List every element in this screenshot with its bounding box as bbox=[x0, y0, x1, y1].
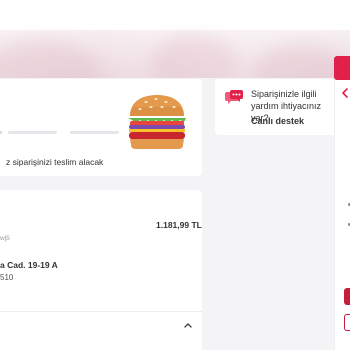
side-panel-tab[interactable] bbox=[334, 56, 350, 80]
hero-top-area bbox=[0, 0, 350, 30]
side-panel-secondary-button[interactable] bbox=[344, 314, 350, 331]
chevron-left-icon[interactable] bbox=[341, 88, 349, 98]
burger-icon bbox=[128, 95, 186, 149]
progress-segment bbox=[70, 131, 119, 134]
order-total-price: 1.181,99 TL bbox=[156, 220, 202, 230]
support-chat-icon bbox=[225, 90, 243, 104]
order-code: wj5 bbox=[0, 235, 10, 242]
progress-segment bbox=[8, 131, 57, 134]
delivery-postal: 510 bbox=[0, 273, 14, 282]
order-detail-card bbox=[0, 190, 202, 350]
side-panel-primary-button[interactable] bbox=[344, 288, 350, 305]
delivery-status-text: z siparişinizi teslim alacak bbox=[6, 157, 104, 167]
delivery-address: a Cad. 19-19 A bbox=[0, 260, 58, 270]
live-support-link[interactable]: Canlı destek bbox=[251, 116, 304, 126]
hero-banner bbox=[0, 0, 350, 78]
chevron-up-icon[interactable] bbox=[183, 321, 193, 329]
card-divider bbox=[0, 311, 202, 312]
